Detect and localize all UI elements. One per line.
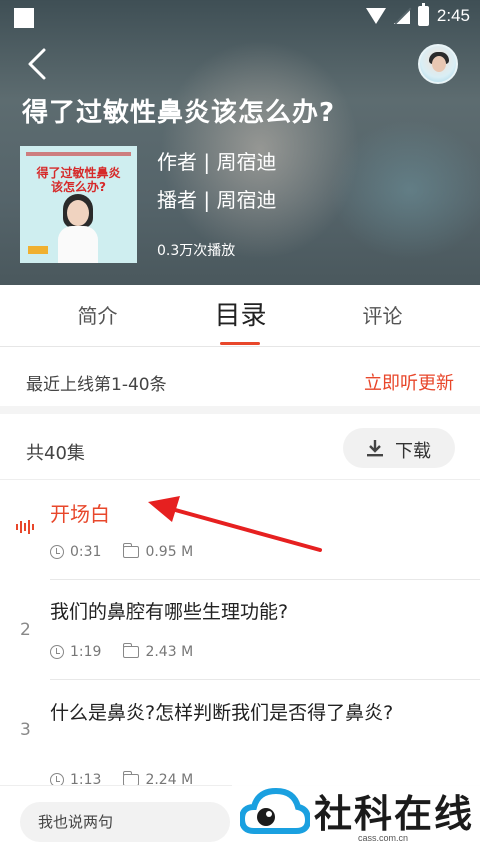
back-icon[interactable] (22, 44, 56, 84)
battery-icon (417, 3, 429, 26)
episode-number: 2 (20, 620, 31, 640)
episode-item[interactable]: 2 我们的鼻腔有哪些生理功能? 1:19 2.43 M (0, 580, 480, 680)
tab-catalog[interactable]: 目录 (183, 285, 298, 347)
watermark: 社科在线 cass.com.cn (232, 773, 480, 853)
notification-icon (14, 8, 34, 28)
episode-count-row: 共40集 下载 (0, 422, 480, 480)
album-reader[interactable]: 播者 | 周宿迪 (157, 184, 276, 213)
episode-count: 共40集 (26, 443, 85, 464)
cover-coat (58, 226, 98, 263)
play-count: 0.3万次播放 (157, 243, 236, 259)
cloud-logo-icon (240, 787, 310, 834)
episode-title: 我们的鼻腔有哪些生理功能? (50, 601, 289, 623)
header-blur-decoration (330, 120, 480, 260)
episode-duration: 1:19 (70, 644, 102, 660)
cover-title-line-1: 得了过敏性鼻炎 (36, 166, 121, 180)
latest-update-row: 最近上线第1-40条 立即听更新 (0, 348, 480, 414)
wifi-icon (365, 8, 386, 24)
avatar-face (432, 56, 446, 72)
download-icon (367, 440, 383, 457)
tab-comments[interactable]: 评论 (325, 285, 440, 347)
folder-icon (122, 643, 140, 658)
episode-duration: 0:31 (70, 544, 102, 560)
cover-doctor-image (58, 194, 98, 263)
folder-icon (122, 543, 140, 558)
watermark-text: 社科在线 (314, 791, 475, 836)
watermark-url: cass.com.cn (358, 833, 409, 843)
clock-icon (50, 645, 64, 659)
tab-bar: 简介 目录 评论 (0, 285, 480, 347)
status-icons: 2:45 (365, 3, 470, 26)
episode-stats: 1:19 2.43 M (50, 643, 194, 660)
tab-intro[interactable]: 简介 (40, 285, 155, 347)
download-label: 下载 (395, 441, 431, 462)
listen-update-link[interactable]: 立即听更新 (364, 369, 454, 395)
cover-badge (28, 246, 48, 254)
cover-face (67, 200, 89, 226)
episode-number: 3 (20, 720, 31, 740)
status-bar: 2:45 (0, 0, 480, 34)
cover-header-strip (26, 152, 131, 156)
episode-title: 什么是鼻炎?怎样判断我们是否得了鼻炎? (50, 702, 394, 724)
latest-update-text: 最近上线第1-40条 (26, 375, 167, 395)
active-tab-indicator (220, 342, 260, 345)
album-cover[interactable]: 得了过敏性鼻炎 该怎么办? (20, 146, 137, 263)
cover-title-line-2: 该怎么办? (51, 180, 106, 194)
download-button[interactable]: 下载 (343, 428, 455, 468)
annotation-arrow (148, 496, 322, 552)
comment-input[interactable] (20, 802, 230, 842)
no-signal-icon (393, 8, 410, 24)
user-avatar[interactable] (418, 44, 458, 84)
album-title: 得了过敏性鼻炎该怎么办? (22, 98, 336, 128)
episode-size: 2.43 M (145, 644, 194, 660)
album-author[interactable]: 作者 | 周宿迪 (157, 146, 276, 175)
status-time: 2:45 (436, 6, 470, 25)
clock-icon (50, 545, 64, 559)
